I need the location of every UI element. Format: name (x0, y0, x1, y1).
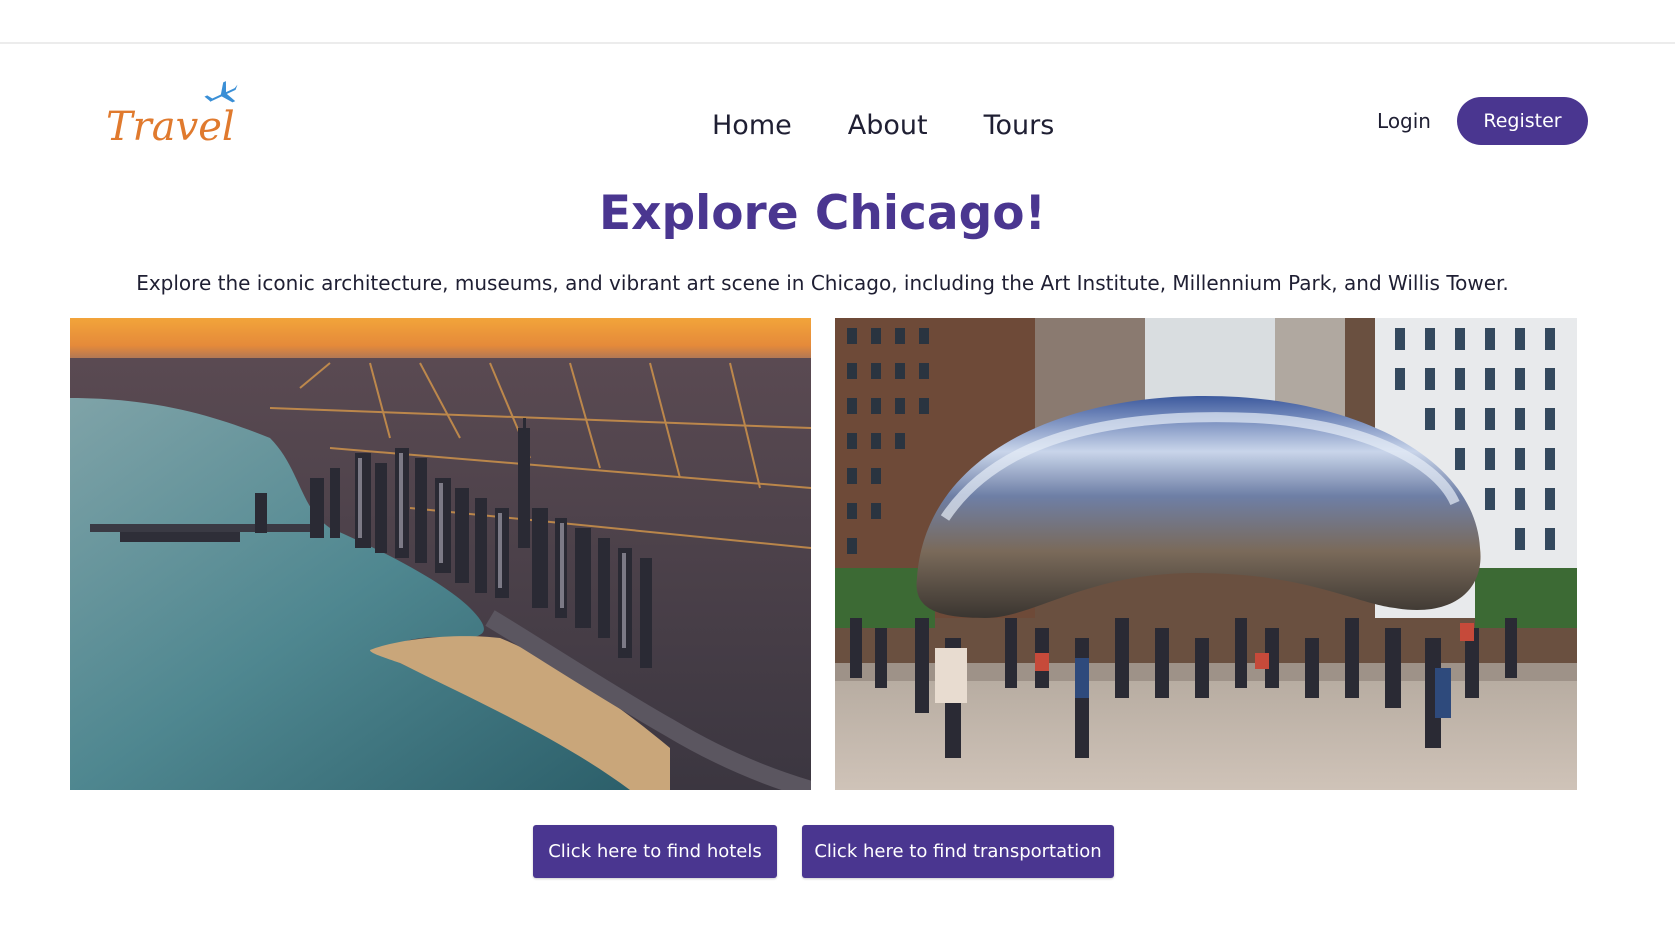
skyline-photo-icon (70, 318, 811, 790)
action-row: Click here to find hotels Click here to … (0, 825, 1675, 878)
find-transportation-button[interactable]: Click here to find transportation (802, 825, 1114, 878)
nav-tours[interactable]: Tours (984, 106, 1055, 146)
nav-home[interactable]: Home (712, 106, 792, 146)
login-link[interactable]: Login (1377, 109, 1431, 133)
register-button[interactable]: Register (1457, 97, 1588, 145)
chicago-skyline-photo (70, 318, 811, 790)
find-hotels-button[interactable]: Click here to find hotels (533, 825, 777, 878)
main-nav: Home About Tours (712, 106, 1110, 146)
browser-top-bar (0, 0, 1675, 44)
auth-controls: Login Register (1377, 97, 1588, 145)
nav-about[interactable]: About (848, 106, 928, 146)
cloud-gate-photo-icon (835, 318, 1577, 790)
page-subtitle: Explore the iconic architecture, museums… (136, 271, 1509, 295)
page-title: Explore Chicago! (599, 186, 1046, 241)
cloud-gate-photo (835, 318, 1577, 790)
logo-text: Travel (106, 104, 235, 150)
travel-logo[interactable]: Travel (104, 80, 254, 160)
travel-logo-icon: Travel (106, 81, 238, 150)
